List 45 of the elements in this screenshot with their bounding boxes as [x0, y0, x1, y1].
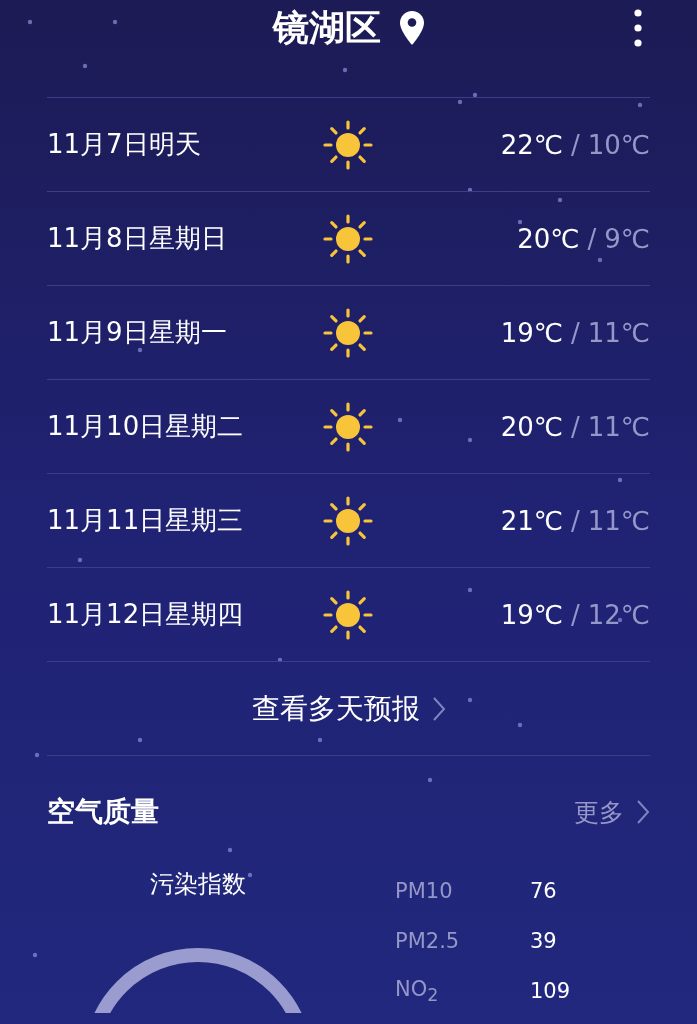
low-temperature: 12℃: [587, 599, 650, 630]
pollutant-name: NO$_{2}$: [395, 976, 440, 1006]
low-temperature: 11℃: [587, 411, 650, 442]
forecast-date: 11月11日星期三: [47, 504, 245, 537]
chevron-right-icon: [636, 799, 650, 825]
forecast-date: 11月10日星期二: [47, 410, 245, 443]
forecast-date: 11月9日星期一: [47, 316, 228, 349]
forecast-date: 11月8日星期日: [47, 222, 228, 255]
temperature-separator: /: [570, 411, 580, 442]
sun-icon: [322, 212, 374, 265]
index-label: 污染指数: [149, 869, 246, 900]
section-title: 空气质量: [47, 794, 159, 830]
temperature-separator: /: [570, 599, 580, 630]
pollutant-name: PM2.5: [395, 929, 461, 953]
pollutant-value: 39: [530, 929, 557, 953]
temperature-separator: /: [587, 223, 597, 254]
pollutant-name: PM10: [395, 879, 454, 903]
location-pin-icon[interactable]: [398, 10, 425, 46]
temperature-separator: /: [570, 505, 580, 536]
sun-icon: [322, 588, 374, 641]
high-temperature: 21℃: [500, 505, 563, 536]
forecast-date: 11月7日明天: [47, 128, 202, 161]
temperature-separator: /: [570, 317, 580, 348]
high-temperature: 19℃: [500, 599, 563, 630]
low-temperature: 11℃: [587, 505, 650, 536]
sun-icon: [322, 400, 374, 453]
low-temperature: 9℃: [604, 223, 650, 254]
low-temperature: 11℃: [587, 317, 650, 348]
more-forecast-link[interactable]: 查看多天预报: [251, 689, 446, 728]
high-temperature: 20℃: [517, 223, 580, 254]
more-menu-icon[interactable]: [633, 8, 643, 48]
chevron-right-icon: [431, 695, 446, 722]
temperature-separator: /: [570, 129, 580, 160]
location-title: 镜湖区: [272, 8, 381, 48]
forecast-date: 11月12日星期四: [47, 598, 245, 631]
pollutant-value: 76: [530, 879, 557, 903]
high-temperature: 19℃: [500, 317, 563, 348]
sun-icon: [322, 494, 374, 547]
sun-icon: [322, 118, 374, 171]
high-temperature: 20℃: [500, 411, 563, 442]
low-temperature: 10℃: [587, 129, 650, 160]
high-temperature: 22℃: [500, 129, 563, 160]
pollutant-value: 109: [530, 979, 571, 1003]
sun-icon: [322, 306, 374, 359]
more-link[interactable]: 更多: [574, 795, 650, 829]
